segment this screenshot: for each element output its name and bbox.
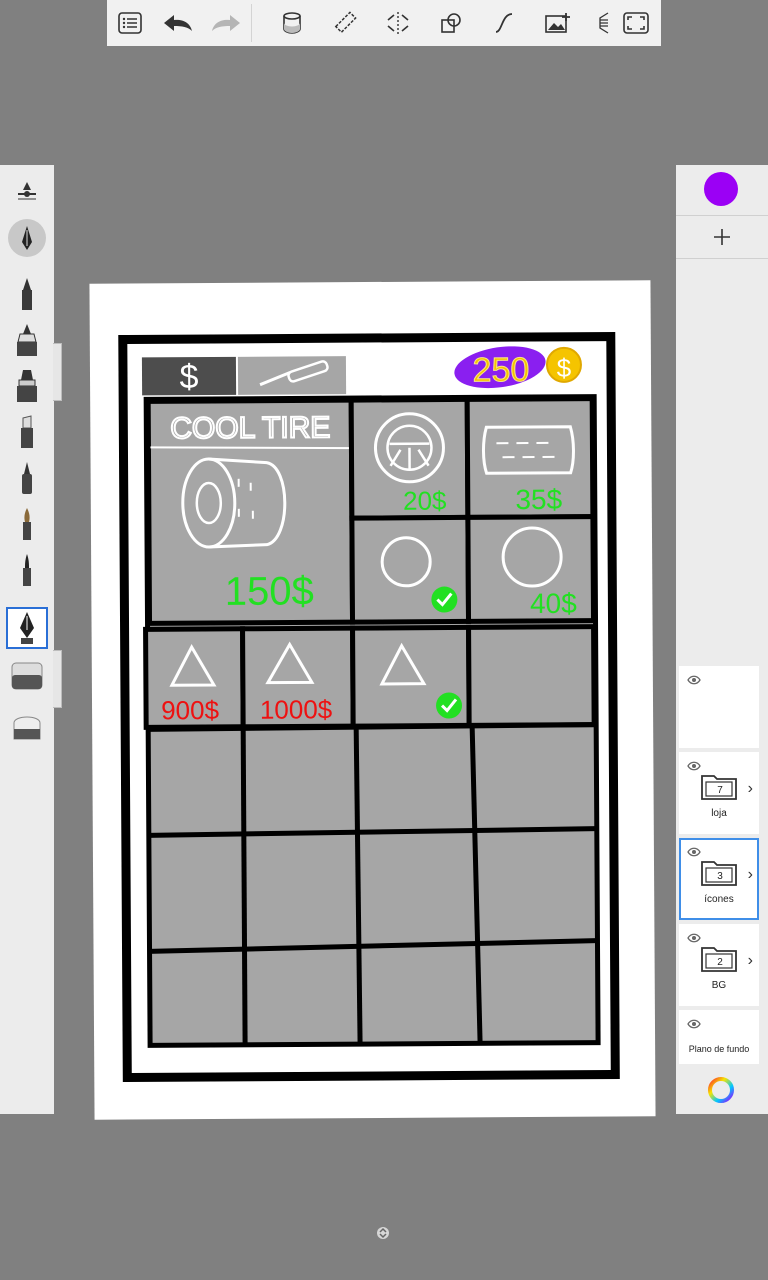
ruler-icon[interactable] [328,6,362,40]
chevron-right-icon[interactable]: › [748,866,753,884]
size-slider-handle[interactable] [53,343,62,401]
item-price: 20$ [403,486,447,516]
opacity-slider-handle[interactable] [53,650,62,708]
item-steering-wheel: 20$ [348,396,471,521]
blender-icon[interactable] [6,655,48,697]
redo-icon[interactable] [209,6,243,40]
image-add-icon[interactable] [541,6,575,40]
featured-item: COOL TIRE 150$ [145,397,357,626]
layer-folder-icones[interactable]: 3 › ícones [679,838,759,920]
item-triangle-2: 1000$ [240,625,356,730]
eye-icon[interactable] [687,930,701,948]
color-wheel-icon[interactable] [706,1075,736,1105]
perspective-icon[interactable] [585,6,619,40]
curve-icon[interactable] [487,6,521,40]
item-price: 35$ [515,484,562,515]
item-ring-large: 40$ [465,514,597,624]
drawing: $ 250 $ COOL TIRE 150$ 20$ 35$ 40$ 900$ … [118,332,620,1083]
top-toolbar [107,0,661,46]
check-icon [431,586,458,613]
eye-icon[interactable] [687,844,701,862]
eye-icon[interactable] [687,672,701,690]
item-triangle-1: 900$ [143,626,246,730]
current-color-swatch[interactable] [704,172,738,206]
fine-brush-icon[interactable] [6,549,48,591]
chevron-right-icon[interactable]: › [748,780,753,798]
fountain-pen-icon[interactable] [6,607,48,649]
layer-name: Plano de fundo [688,1044,750,1054]
pencil-icon[interactable] [6,273,48,315]
item-price: 900$ [161,695,220,725]
add-layer-icon[interactable] [710,225,734,249]
marker-icon[interactable] [6,365,48,407]
eye-icon[interactable] [687,758,701,776]
layer-count: 7 [717,785,723,796]
item-price: 40$ [530,588,577,619]
layer-count: 3 [717,871,723,882]
brush-panel [0,165,54,1114]
empty-slot [466,624,597,728]
layer-name: loja [711,808,727,819]
brush-settings-icon[interactable] [6,170,48,212]
airbrush-icon[interactable] [6,411,48,453]
eye-icon[interactable] [687,1016,701,1034]
ink-pen-icon[interactable] [6,319,48,361]
paintbrush-icon[interactable] [6,503,48,545]
bucket-icon[interactable] [275,6,309,40]
drawing-canvas[interactable]: $ 250 $ COOL TIRE 150$ 20$ 35$ 40$ 900$ … [89,280,656,1120]
item-tire-tread: 35$ [464,396,596,520]
item-price: 1000$ [260,694,333,724]
tab-tools [237,356,347,395]
item-ring-small [349,514,472,625]
layer-name: BG [711,980,727,991]
coin-count: 250 [473,351,530,389]
layer-folder-loja[interactable]: 7 › loja [679,752,759,834]
layer-item[interactable] [679,666,759,748]
featured-title: COOL TIRE [170,411,330,445]
layer-name: ícones [704,894,734,905]
fullscreen-icon[interactable] [619,6,653,40]
coin-icon: $ [545,346,582,383]
eraser-icon[interactable] [6,705,48,747]
list-icon[interactable] [113,6,147,40]
technical-pen-icon[interactable] [6,457,48,499]
brush-size-icon[interactable] [6,217,48,259]
layer-background[interactable]: Plano de fundo [679,1010,759,1064]
tab-dollar-label: $ [179,358,198,396]
collapse-handle-icon[interactable] [376,1226,390,1240]
symmetry-icon[interactable] [381,6,415,40]
layer-folder-bg[interactable]: 2 › BG [679,924,759,1006]
item-triangle-3 [350,624,472,729]
chevron-right-icon[interactable]: › [748,952,753,970]
check-icon [436,692,463,719]
featured-price: 150$ [225,569,314,614]
svg-text:$: $ [557,353,572,383]
layer-count: 2 [717,957,723,968]
shapes-icon[interactable] [434,6,468,40]
undo-icon[interactable] [161,6,195,40]
